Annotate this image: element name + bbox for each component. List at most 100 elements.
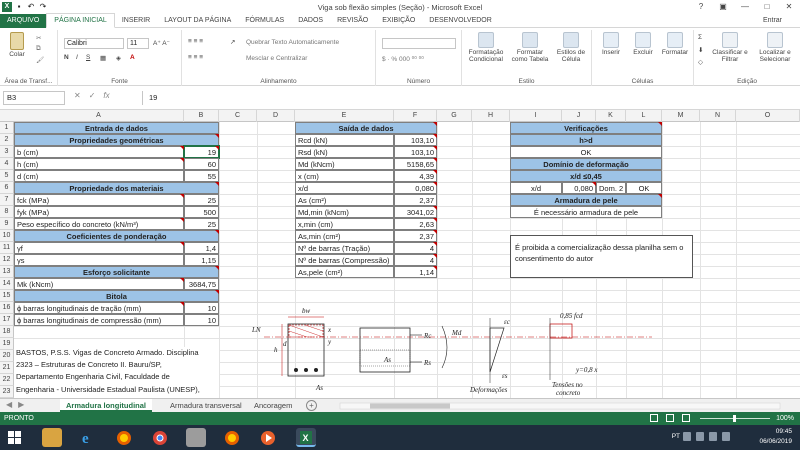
mk-value[interactable]: 3684,75 [184, 278, 219, 290]
row-header-5[interactable]: 5 [0, 170, 14, 182]
horizontal-scrollbar[interactable] [330, 402, 800, 410]
phi-tracao-value[interactable]: 10 [184, 302, 219, 314]
comment-indicator[interactable] [433, 242, 437, 246]
saida-label[interactable]: Md (kNcm) [295, 158, 394, 170]
column-header-d[interactable]: D [257, 110, 295, 122]
row-header-19[interactable]: 19 [0, 338, 14, 350]
d-value[interactable]: 55 [184, 170, 219, 182]
comment-indicator[interactable] [433, 170, 437, 174]
save-icon[interactable]: ▪ [14, 2, 24, 12]
fill-color-icon[interactable]: ◈ [116, 54, 121, 62]
row-header-11[interactable]: 11 [0, 242, 14, 254]
xd-limit-header[interactable]: x/d ≤0,45 [510, 170, 662, 182]
comment-indicator[interactable] [433, 230, 437, 234]
merge-center-button[interactable]: Mesclar e Centralizar [246, 55, 307, 62]
column-header-o[interactable]: O [736, 110, 800, 122]
saida-label[interactable]: Rcd (kN) [295, 134, 394, 146]
row-header-15[interactable]: 15 [0, 290, 14, 302]
row-header-20[interactable]: 20 [0, 350, 14, 362]
phi-compressao-label[interactable]: ϕ barras longitudinais de compressão (mm… [14, 314, 184, 326]
saida-label[interactable]: As,min (cm²) [295, 230, 394, 242]
column-header-c[interactable]: C [219, 110, 257, 122]
saida-title[interactable]: Saída de dados [295, 122, 437, 134]
clear-icon[interactable]: ◇ [698, 58, 703, 66]
row-header-8[interactable]: 8 [0, 206, 14, 218]
saida-value[interactable]: 2,37 [394, 230, 437, 242]
saida-value[interactable]: 4,39 [394, 170, 437, 182]
sheet-nav-arrows-icon[interactable]: ◀▶ [6, 400, 30, 409]
sheet-tab-armadura-longitudinal[interactable]: Armadura longitudinal [60, 399, 153, 412]
comment-indicator[interactable] [658, 122, 662, 126]
align-top-icons[interactable]: ≡ ≡ ≡ [188, 38, 203, 45]
cancel-icon[interactable]: ✕ [74, 91, 81, 100]
column-header-b[interactable]: B [184, 110, 219, 122]
copyright-note[interactable]: É proibida a comercialização dessa plani… [510, 235, 693, 278]
column-header-n[interactable]: N [700, 110, 736, 122]
copy-icon[interactable]: ⧉ [36, 45, 41, 53]
tab-home[interactable]: PÁGINA INICIAL [46, 13, 115, 28]
comment-indicator[interactable] [215, 230, 219, 234]
gf-value[interactable]: 1,4 [184, 242, 219, 254]
sec-coef-header[interactable]: Coeficientes de ponderação [14, 230, 219, 242]
page-layout-view-icon[interactable] [666, 414, 674, 422]
clock[interactable]: 09:45 06/06/2019 [759, 427, 792, 447]
h-label[interactable]: h (cm) [14, 158, 184, 170]
row-header-21[interactable]: 21 [0, 362, 14, 374]
add-sheet-icon[interactable]: + [306, 400, 317, 411]
gs-label[interactable]: γs [14, 254, 184, 266]
underline-icon[interactable]: S [86, 54, 90, 61]
column-header-j[interactable]: J [562, 110, 596, 122]
row-header-10[interactable]: 10 [0, 230, 14, 242]
comment-indicator[interactable] [433, 158, 437, 162]
row-header-9[interactable]: 9 [0, 218, 14, 230]
column-header-i[interactable]: I [510, 110, 562, 122]
saida-label[interactable]: x,min (cm) [295, 218, 394, 230]
column-header-g[interactable]: G [437, 110, 472, 122]
dominio-header[interactable]: Domínio de deformação [510, 158, 662, 170]
phi-tracao-label[interactable]: ϕ barras longitudinais de tração (mm) [14, 302, 184, 314]
comment-indicator[interactable] [215, 146, 219, 150]
borders-icon[interactable]: ▦ [100, 54, 106, 62]
find-select-button[interactable]: Localizar e Selecionar [752, 32, 798, 63]
column-header-m[interactable]: M [662, 110, 700, 122]
reference-text[interactable]: BASTOS, P.S.S. Vigas de Concreto Armado.… [14, 347, 219, 398]
xd-label[interactable]: x/d [510, 182, 562, 194]
saida-value[interactable]: 4 [394, 242, 437, 254]
pele-header[interactable]: Armadura de pele [510, 194, 662, 206]
comment-indicator[interactable] [433, 146, 437, 150]
insert-function-icon[interactable]: fx [103, 91, 109, 100]
redo-icon[interactable]: ↷ [38, 2, 48, 12]
comment-indicator[interactable] [433, 266, 437, 270]
saida-value[interactable]: 2,37 [394, 194, 437, 206]
xd-value[interactable]: 0,080 [562, 182, 596, 194]
h-value[interactable]: 60 [184, 158, 219, 170]
comment-indicator[interactable] [215, 182, 219, 186]
comment-indicator[interactable] [215, 266, 219, 270]
zoom-slider-knob[interactable] [733, 415, 736, 422]
font-color-icon[interactable]: A [130, 54, 135, 61]
pele-message[interactable]: É necessário armadura de pele [510, 206, 662, 218]
saida-label[interactable]: x/d [295, 182, 394, 194]
bw-label[interactable]: b (cm) [14, 146, 184, 158]
sheet-tab-armadura-transversal[interactable]: Armadura transversal [164, 399, 248, 412]
italic-icon[interactable]: I [76, 54, 78, 61]
gs-value[interactable]: 1,15 [184, 254, 219, 266]
system-tray-icons[interactable] [683, 432, 730, 441]
cell-styles-button[interactable]: Estilos de Célula [552, 32, 590, 63]
saida-value[interactable]: 103,10 [394, 134, 437, 146]
comment-indicator[interactable] [433, 182, 437, 186]
saida-label[interactable]: As,pele (cm²) [295, 266, 394, 278]
zoom-level[interactable]: 100% [776, 412, 794, 425]
grow-font-icon[interactable]: A⁺ A⁻ [153, 39, 170, 47]
row-header-4[interactable]: 4 [0, 158, 14, 170]
comment-indicator[interactable] [180, 242, 184, 246]
comment-indicator[interactable] [180, 278, 184, 282]
column-header-k[interactable]: K [596, 110, 626, 122]
phi-compressao-value[interactable]: 10 [184, 314, 219, 326]
comment-indicator[interactable] [433, 122, 437, 126]
comment-indicator[interactable] [433, 134, 437, 138]
internet-explorer-icon[interactable]: e [78, 428, 98, 447]
orientation-icon[interactable]: ↗ [230, 38, 235, 46]
dominio-value[interactable]: Dom. 2 [596, 182, 626, 194]
format-as-table-button[interactable]: Formatar como Tabela [508, 32, 552, 63]
